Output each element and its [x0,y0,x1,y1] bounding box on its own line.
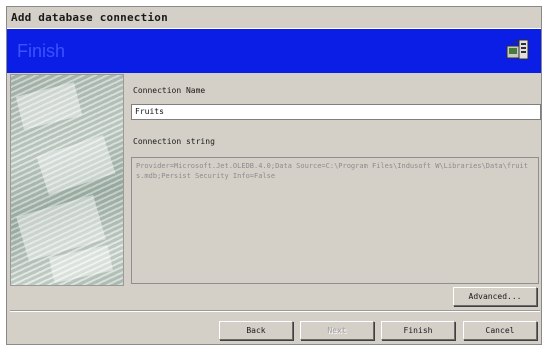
connection-string-label: Connection string [133,137,215,146]
connection-string-textarea[interactable]: Provider=Microsoft.Jet.OLEDB.4.0;Data So… [131,157,539,284]
window-title: Add database connection [7,7,541,29]
database-connection-icon [505,37,531,63]
advanced-button[interactable]: Advanced... [453,287,537,306]
back-button[interactable]: Back [219,321,293,340]
banner-title: Finish [17,41,66,61]
cancel-button[interactable]: Cancel [463,321,537,340]
form-area: Connection Name Fruits Connection string… [129,74,541,286]
wizard-banner: Finish [7,29,541,73]
button-divider [10,310,540,312]
connection-name-label: Connection Name [133,86,206,95]
add-database-connection-dialog: Add database connection Finish Connectio… [6,6,542,345]
finish-button[interactable]: Finish [381,321,455,340]
wizard-side-image [10,74,124,286]
next-button[interactable]: Next [300,321,374,340]
connection-name-input[interactable]: Fruits [131,104,541,120]
